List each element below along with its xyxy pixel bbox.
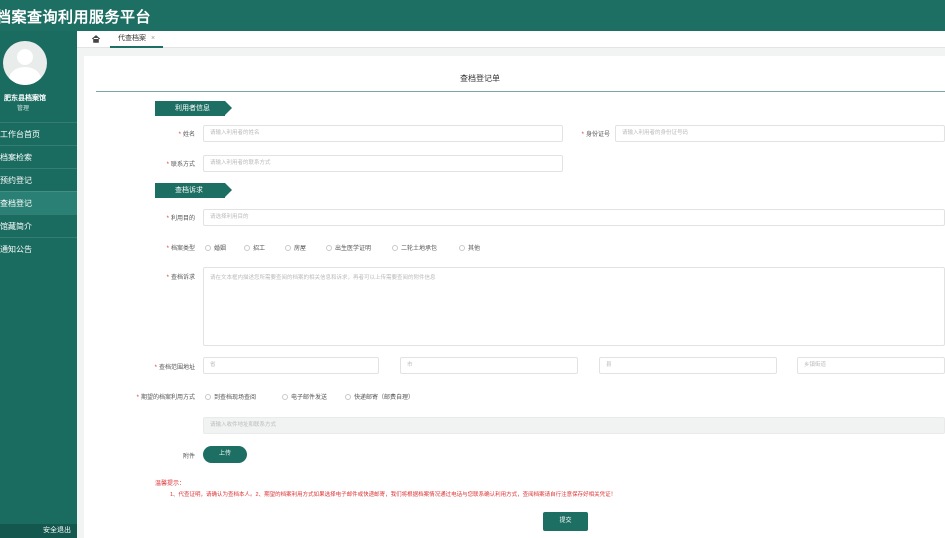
attachment-label: 附件	[182, 454, 195, 460]
purpose-select[interactable]: 请选择利用目的	[203, 209, 945, 226]
radio-other[interactable]: 其他	[459, 243, 480, 252]
radio-circle-icon	[285, 245, 291, 252]
radio-housing[interactable]: 房屋	[285, 243, 306, 252]
tab-proxy-archive[interactable]: 代查档案 ×	[110, 31, 164, 48]
id-number-input[interactable]: 请输入利用者的身份证号码	[615, 125, 945, 142]
radio-birth-certificate[interactable]: 出生医学证明	[326, 243, 371, 252]
region-label: * 查档范围地址	[154, 365, 195, 371]
logout-button[interactable]: 安全退出	[0, 524, 77, 538]
contact-label: * 联系方式	[166, 162, 195, 168]
id-number-label: * 身份证号	[581, 132, 610, 138]
purpose-label: * 利用目的	[166, 216, 195, 222]
sidebar-item-notices[interactable]: 通知公告	[0, 237, 77, 260]
delivery-label: * 期望的档案利用方式	[136, 395, 195, 401]
sidebar-item-archive-search[interactable]: 档案检索	[0, 145, 77, 168]
radio-marriage[interactable]: 婚姻	[205, 243, 226, 252]
section-request: 查档诉求	[155, 183, 232, 198]
tips-text: 1、代查证明，请确认为查档本人。2、期望的档案利用方式如果选择电子邮件或快递邮寄…	[170, 492, 617, 498]
tab-bar: 代查档案 ×	[77, 31, 945, 48]
description-textarea[interactable]: 请在文本框内描述您所需要查阅的档案的相关信息和诉求，再者可以上传需要查阅的附件信…	[203, 267, 945, 346]
radio-circle-icon	[326, 245, 332, 252]
sidebar: 肥东县档案馆 管理 工作台首页 档案检索 预约登记 查档登记 馆藏简介 通知公告…	[0, 31, 77, 538]
radio-land-contract[interactable]: 二轮土地承包	[392, 243, 437, 252]
radio-email[interactable]: 电子邮件发送	[282, 392, 327, 401]
user-avatar-icon[interactable]	[3, 41, 47, 85]
title-divider	[96, 91, 945, 92]
tab-label: 代查档案	[118, 35, 146, 42]
form-title: 查档登记单	[460, 74, 500, 83]
section-user-info: 利用者信息	[155, 101, 232, 116]
radio-circle-icon	[282, 394, 288, 401]
radio-circle-icon	[392, 245, 398, 252]
name-input[interactable]: 请输入利用者的姓名	[203, 125, 563, 142]
radio-circle-icon	[459, 245, 465, 252]
radio-circle-icon	[345, 394, 351, 401]
radio-onsite[interactable]: 到查档现场查阅	[205, 392, 256, 401]
radio-circle-icon	[244, 245, 250, 252]
home-icon[interactable]	[91, 34, 101, 44]
app-title: 档案查询利用服务平台	[0, 9, 152, 26]
submit-button[interactable]: 提交	[543, 512, 588, 531]
close-icon[interactable]: ×	[151, 35, 155, 42]
radio-circle-icon	[205, 394, 211, 401]
tips-title: 温馨提示：	[155, 481, 186, 487]
name-label: * 姓名	[178, 132, 195, 138]
radio-circle-icon	[205, 245, 211, 252]
sidebar-menu: 工作台首页 档案检索 预约登记 查档登记 馆藏简介 通知公告	[0, 122, 77, 260]
town-select[interactable]: 乡镇街道	[797, 357, 945, 374]
sidebar-item-home[interactable]: 工作台首页	[0, 122, 77, 145]
description-label: * 查档诉求	[166, 275, 195, 281]
radio-recruitment[interactable]: 招工	[244, 243, 265, 252]
archive-type-label: * 档案类型	[166, 246, 195, 252]
delivery-detail-input[interactable]: 请输入收件地址和联系方式	[203, 417, 945, 434]
user-role: 管理	[16, 106, 29, 112]
sidebar-item-registration[interactable]: 查档登记	[0, 191, 77, 214]
radio-express[interactable]: 快递邮寄（邮费自理）	[345, 392, 414, 401]
sidebar-item-appointment[interactable]: 预约登记	[0, 168, 77, 191]
user-name: 肥东县档案馆	[4, 95, 46, 102]
county-select[interactable]: 县	[599, 357, 777, 374]
contact-input[interactable]: 请输入利用者的联系方式	[203, 155, 563, 172]
upload-button[interactable]: 上传	[203, 446, 247, 463]
sidebar-item-collection-intro[interactable]: 馆藏简介	[0, 214, 77, 237]
province-select[interactable]: 省	[203, 357, 379, 374]
city-select[interactable]: 市	[400, 357, 578, 374]
top-bar: 档案查询利用服务平台	[0, 0, 945, 31]
